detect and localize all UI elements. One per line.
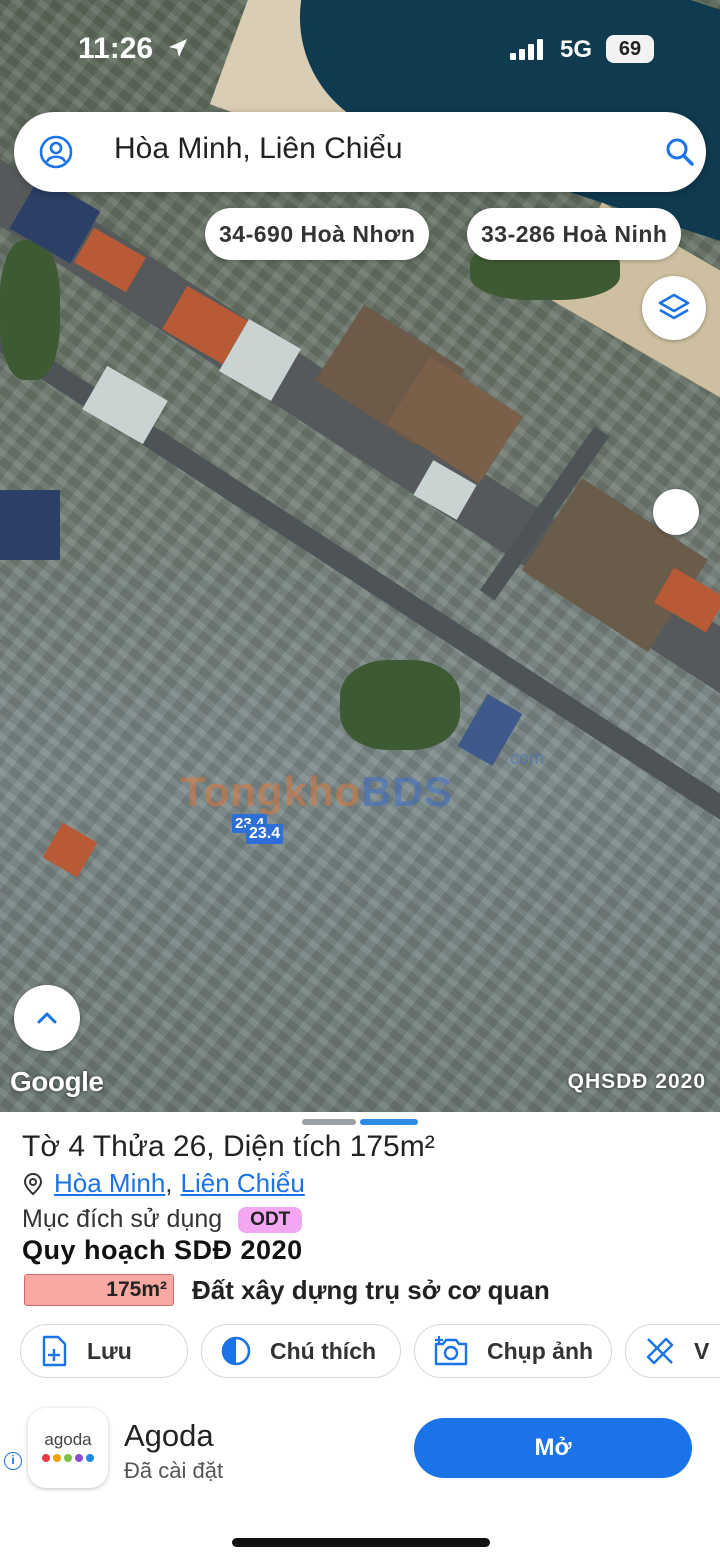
logo-dot [64, 1454, 72, 1462]
legend-label: Chú thích [270, 1337, 377, 1364]
half-circle-icon [221, 1336, 251, 1366]
map-control-button[interactable] [653, 489, 699, 535]
ruler-pencil-icon [646, 1337, 674, 1365]
plan-layer-label: QHSDĐ 2020 [567, 1070, 706, 1093]
purpose-code-badge: ODT [238, 1206, 303, 1233]
sheet-handle[interactable] [302, 1119, 418, 1125]
chevron-up-icon [37, 1012, 57, 1024]
tree-cluster [0, 240, 60, 380]
save-button[interactable]: Lưu [20, 1324, 188, 1378]
signal-icon [510, 38, 543, 60]
search-icon[interactable] [662, 134, 698, 170]
open-app-button[interactable]: Mở [414, 1418, 692, 1478]
agoda-logo: agoda [28, 1408, 108, 1488]
watermark-text: TongkhoBDS [180, 768, 453, 816]
location-pin-icon [23, 1172, 43, 1195]
capture-button[interactable]: Chụp ảnh [414, 1324, 612, 1378]
legend-button[interactable]: Chú thích [201, 1324, 401, 1378]
measure-button[interactable]: V [625, 1324, 720, 1378]
search-bar[interactable]: Hòa Minh, Liên Chiểu [14, 112, 706, 192]
ad-install-status: Đã cài đặt [124, 1458, 224, 1483]
land-purpose-row: Mục đích sử dụng ODT [22, 1205, 303, 1234]
location-arrow-icon [169, 39, 187, 57]
status-bar: 11:26 5G 69 [0, 0, 720, 100]
ward-link[interactable]: Hòa Minh [54, 1168, 165, 1199]
logo-dot [53, 1454, 61, 1462]
status-time: 11:26 [78, 32, 154, 65]
plan-area-bar: 175m² [24, 1274, 174, 1306]
layers-icon [658, 293, 690, 320]
action-buttons-row: Lưu Chú thích Chụp ảnh V [20, 1324, 720, 1378]
nearby-parcel-chip[interactable]: 33-286 Hoà Ninh [467, 208, 682, 260]
logo-dot [86, 1454, 94, 1462]
tree-cluster [340, 660, 460, 750]
building-roof [42, 822, 98, 878]
battery-icon: 69 [606, 35, 654, 63]
expand-up-button[interactable] [14, 985, 80, 1051]
plan-title: Quy hoạch SDĐ 2020 [22, 1235, 303, 1265]
user-icon[interactable] [38, 134, 74, 170]
elevation-label: 23.4 [246, 824, 284, 844]
parcel-title: Tờ 4 Thửa 26, Diện tích 175m² [22, 1130, 435, 1163]
capture-label: Chụp ảnh [487, 1337, 594, 1364]
ad-app-name: Agoda [124, 1418, 214, 1453]
logo-dot [75, 1454, 83, 1462]
camera-plus-icon [434, 1336, 468, 1366]
measure-label: V [694, 1337, 710, 1364]
plan-land-use: Đất xây dựng trụ sở cơ quan [192, 1275, 550, 1305]
nearby-parcel-chip[interactable]: 34-690 Hoà Nhơn [205, 208, 430, 260]
district-link[interactable]: Liên Chiểu [181, 1168, 305, 1199]
watermark-b: BDS [361, 768, 453, 815]
watermark-com: .com [505, 748, 545, 768]
purpose-label: Mục đích sử dụng [22, 1205, 223, 1233]
parcel-address: Hòa Minh, Liên Chiểu [22, 1168, 305, 1199]
ad-info-icon[interactable]: i [4, 1452, 22, 1470]
search-location-text[interactable]: Hòa Minh, Liên Chiểu [114, 132, 403, 166]
file-plus-icon [42, 1335, 67, 1367]
layers-button[interactable] [642, 276, 706, 340]
agoda-logo-word: agoda [44, 1430, 92, 1449]
save-label: Lưu [87, 1337, 132, 1364]
home-indicator [232, 1538, 490, 1547]
network-label: 5G [560, 36, 593, 63]
solar-panels [0, 490, 60, 560]
watermark-a: Tongkho [180, 768, 362, 815]
google-logo: Google [10, 1066, 104, 1097]
app-ad-banner[interactable]: i agoda Agoda Đã cài đặt Mở [0, 1400, 720, 1512]
parcel-info-sheet: Tờ 4 Thửa 26, Diện tích 175m² Hòa Minh, … [0, 1112, 720, 1560]
logo-dot [42, 1454, 50, 1462]
